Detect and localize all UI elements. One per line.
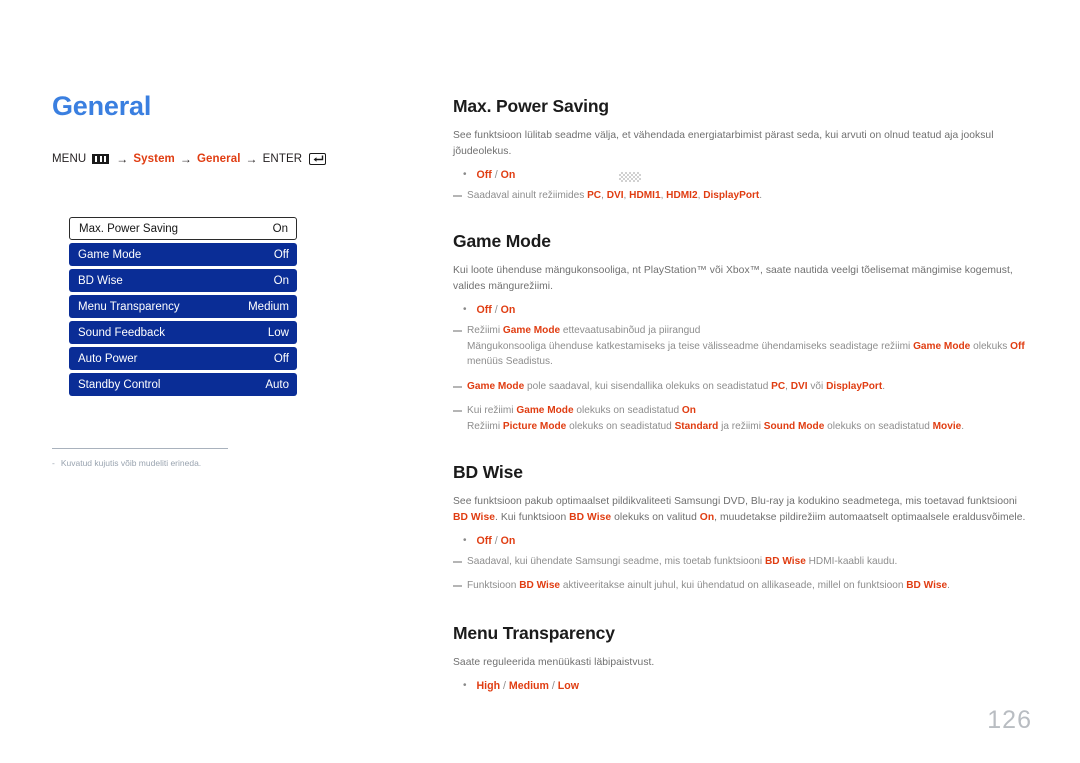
osd-row-label: Auto Power: [78, 352, 138, 365]
section-menu-transparency: Menu Transparency Saate reguleerida menü…: [453, 623, 1033, 692]
footnote-dash: -: [52, 458, 55, 468]
osd-row-value: On: [272, 222, 288, 235]
section-title-menu-transparency: Menu Transparency: [453, 623, 615, 644]
osd-row-value: Off: [273, 248, 289, 261]
osd-row-value: Low: [267, 326, 289, 339]
breadcrumb: MENU → System → General → ENTER: [52, 152, 412, 166]
note-text: Saadaval, kui ühendate Samsungi seadme, …: [467, 556, 898, 568]
breadcrumb-menu-label: MENU: [52, 152, 87, 165]
osd-row-label: Max. Power Saving: [79, 222, 179, 235]
note-game-mode-3: Kui režiimi Game Mode olekuks on seadist…: [453, 403, 1033, 418]
options-text: Off / On: [476, 169, 516, 182]
note-game-mode-3-sub: Režiimi Picture Mode olekuks on seadista…: [467, 420, 965, 432]
left-column: General MENU → System → General → ENTER: [52, 91, 412, 166]
section-game-mode: Game Mode Kui loote ühenduse mängukonsoo…: [453, 231, 1033, 434]
bullet-dot-icon: •: [463, 169, 467, 181]
osd-menu-panel: Max. Power Saving On Game Mode Off BD Wise On…: [69, 217, 297, 399]
section-body-menu-transparency: Saate reguleerida menüükasti läbipaistvu…: [453, 657, 655, 669]
osd-row-value: Off: [273, 352, 289, 365]
breadcrumb-step-general: General: [197, 152, 241, 165]
bullet-dot-icon: •: [463, 680, 467, 692]
note-dash-icon: [453, 561, 462, 564]
section-body-max-power-saving: See funktsioon lülitab seadme välja, et …: [453, 130, 994, 158]
breadcrumb-arrow-1: →: [116, 151, 129, 166]
osd-row-label: Standby Control: [78, 378, 161, 391]
section-body-bd-wise: See funktsioon pakub optimaalset pildikv…: [453, 496, 1026, 524]
breadcrumb-arrow-3: →: [245, 151, 258, 166]
page-number: 126: [987, 706, 1032, 734]
note-dash-icon: [453, 409, 462, 412]
footnote-text: Kuvatud kujutis võib mudeliti erineda.: [60, 458, 202, 468]
right-column: Max. Power Saving See funktsioon lülitab…: [453, 96, 1033, 699]
note-dash-icon: [453, 195, 462, 198]
page-title: General: [52, 91, 152, 121]
osd-row-value: Medium: [248, 300, 289, 313]
note-bd-wise-2: Funktsioon BD Wise aktiveeritakse ainult…: [453, 578, 1033, 593]
osd-row-auto-power[interactable]: Auto Power Off: [69, 347, 297, 370]
section-title-max-power-saving: Max. Power Saving: [453, 96, 609, 116]
options-text: High / Medium / Low: [476, 680, 579, 693]
osd-row-sound-feedback[interactable]: Sound Feedback Low: [69, 321, 297, 344]
section-title-game-mode: Game Mode: [453, 231, 551, 252]
options-text: Off / On: [476, 304, 516, 317]
options-text: Off / On: [476, 535, 516, 548]
section-bd-wise: BD Wise See funktsioon pakub optimaalset…: [453, 462, 1033, 593]
bullet-dot-icon: •: [463, 304, 467, 316]
osd-row-label: BD Wise: [78, 274, 123, 287]
note-dash-icon: [453, 385, 462, 388]
bullet-dot-icon: •: [463, 535, 467, 547]
osd-row-menu-transparency[interactable]: Menu Transparency Medium: [69, 295, 297, 318]
section-body-game-mode: Kui loote ühenduse mängukonsooliga, nt P…: [453, 265, 1013, 293]
footnote-divider: [52, 448, 228, 449]
note-text: Kui režiimi Game Mode olekuks on seadist…: [467, 404, 696, 416]
menu-bars-icon: [92, 153, 110, 164]
note-game-mode-1-sub: Mängukonsooliga ühenduse katkestamiseks …: [467, 341, 1025, 368]
osd-row-bd-wise[interactable]: BD Wise On: [69, 269, 297, 292]
note-dash-icon: [453, 585, 462, 588]
section-max-power-saving: Max. Power Saving See funktsioon lülitab…: [453, 96, 1033, 203]
footnote-note: - Kuvatud kujutis võib mudeliti erineda.: [52, 458, 252, 469]
render-artifact: [619, 172, 641, 182]
left-footnote: - Kuvatud kujutis võib mudeliti erineda.: [52, 448, 252, 469]
section-title-bd-wise: BD Wise: [453, 462, 523, 483]
breadcrumb-arrow-2: →: [179, 151, 192, 166]
note-text: Saadaval ainult režiimides PC, DVI, HDMI…: [467, 190, 763, 202]
enter-key-icon: [309, 152, 327, 165]
options-max-power-saving: • Off / On: [463, 169, 1033, 181]
osd-row-value: On: [273, 274, 289, 287]
osd-row-label: Sound Feedback: [78, 326, 165, 339]
osd-row-standby-control[interactable]: Standby Control Auto: [69, 373, 297, 396]
note-dash-icon: [453, 330, 462, 333]
options-game-mode: • Off / On: [463, 304, 1033, 316]
note-max-power-saving: Saadaval ainult režiimides PC, DVI, HDMI…: [453, 188, 1033, 203]
osd-row-game-mode[interactable]: Game Mode Off: [69, 243, 297, 266]
note-text: Režiimi Game Mode ettevaatusabinõud ja p…: [467, 325, 701, 337]
note-bd-wise-1: Saadaval, kui ühendate Samsungi seadme, …: [453, 554, 1033, 569]
osd-row-max-power-saving[interactable]: Max. Power Saving On: [69, 217, 297, 240]
note-game-mode-2: Game Mode pole saadaval, kui sisendallik…: [453, 379, 1033, 394]
note-game-mode-1: Režiimi Game Mode ettevaatusabinõud ja p…: [453, 323, 1033, 338]
note-text: Game Mode pole saadaval, kui sisendallik…: [467, 380, 885, 392]
breadcrumb-step-system: System: [133, 152, 175, 165]
note-text: Funktsioon BD Wise aktiveeritakse ainult…: [467, 580, 950, 592]
breadcrumb-enter-label: ENTER: [262, 152, 303, 165]
osd-row-value: Auto: [265, 378, 289, 391]
osd-row-label: Game Mode: [78, 248, 142, 261]
osd-row-label: Menu Transparency: [78, 300, 180, 313]
options-menu-transparency: • High / Medium / Low: [463, 680, 1033, 692]
options-bd-wise: • Off / On: [463, 535, 1033, 547]
